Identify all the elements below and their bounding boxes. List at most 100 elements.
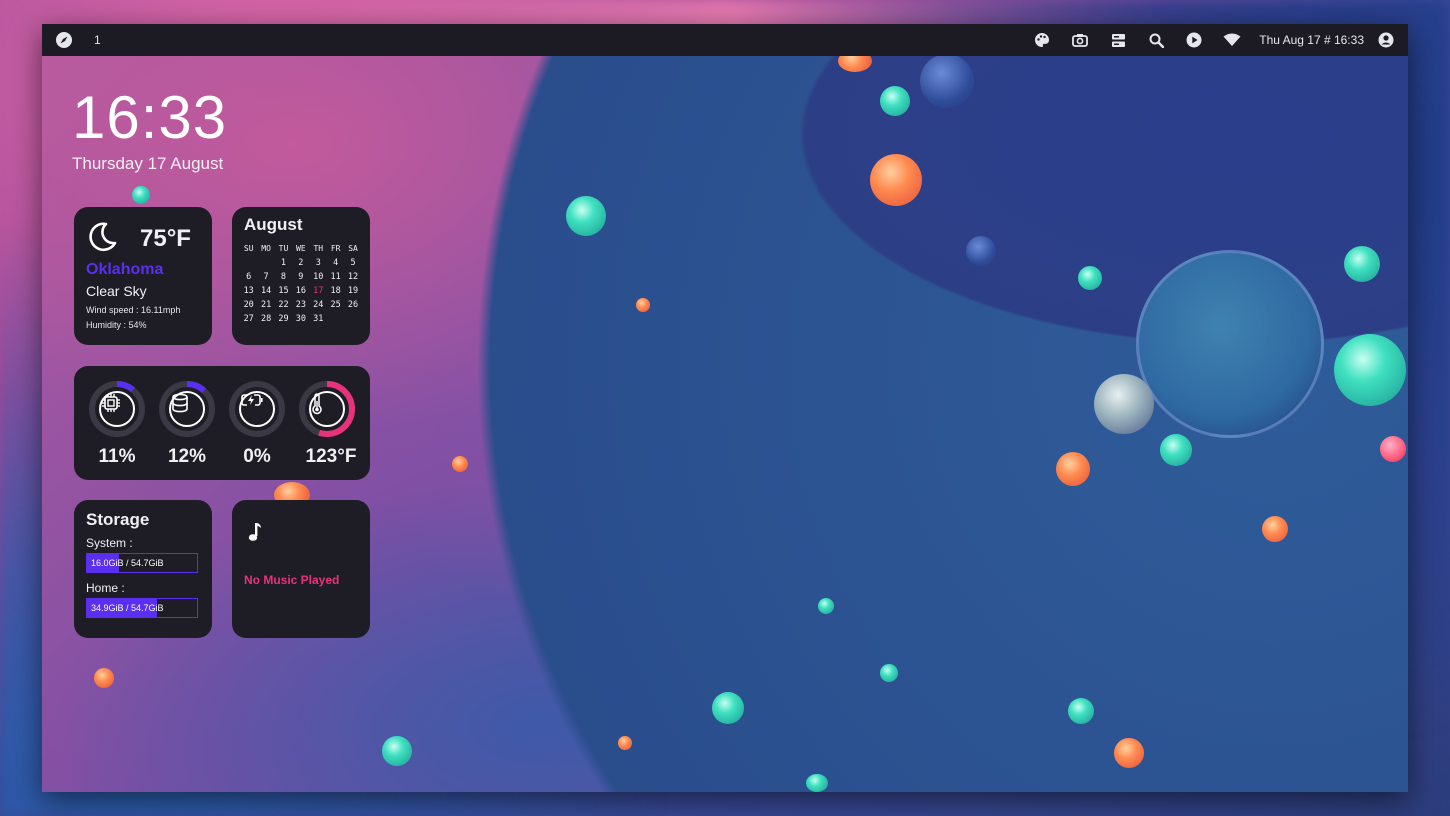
calendar-grid: SU MO TU WE TH FR SA 1 2 3 4 5 6 7 8 9 10 11 12 13 14 15 16 17 1…: [240, 243, 362, 325]
weather-widget: 75°F Oklahoma Clear Sky Wind speed : 16.…: [74, 207, 212, 345]
calendar-day[interactable]: 6: [240, 271, 257, 283]
moon-icon: [86, 221, 118, 257]
calendar-day[interactable]: 25: [327, 299, 344, 311]
calendar-month: August: [244, 215, 303, 234]
wallpaper-bubble: [1078, 266, 1102, 290]
wallpaper-bubble: [132, 186, 150, 204]
calendar-day[interactable]: 7: [257, 271, 274, 283]
calendar-day[interactable]: 28: [257, 313, 274, 325]
calendar-day[interactable]: 23: [292, 299, 309, 311]
wallpaper-bubble: [618, 736, 632, 750]
desktop-screen: 1 Thu Aug 17 # 16:33 16:33 Thursday 17 A…: [42, 24, 1408, 792]
user-icon[interactable]: [1376, 32, 1396, 48]
storage-home-bar: 34.9GiB / 54.7GiB: [86, 598, 198, 618]
wallpaper-bubble: [94, 668, 114, 688]
calendar-weekday: SA: [348, 244, 358, 253]
calendar-day[interactable]: 18: [327, 285, 344, 297]
calendar-day[interactable]: 1: [275, 257, 292, 269]
palette-icon[interactable]: [1023, 32, 1061, 48]
calendar-day[interactable]: 13: [240, 285, 257, 297]
calendar-day[interactable]: 4: [327, 257, 344, 269]
storage-home-value: 34.9GiB / 54.7GiB: [91, 603, 164, 613]
calendar-day[interactable]: 19: [344, 285, 361, 297]
thermometer-icon: [309, 391, 345, 427]
storage-home-label: Home :: [86, 581, 125, 595]
weather-city: Oklahoma: [86, 261, 164, 278]
battery-charging-icon: [239, 391, 275, 427]
wallpaper-bubble: [880, 664, 898, 682]
calendar-today[interactable]: 17: [310, 285, 327, 297]
wallpaper-bubble: [452, 456, 468, 472]
calendar-day[interactable]: 30: [292, 313, 309, 325]
calendar-day[interactable]: 24: [310, 299, 327, 311]
weather-temperature: 75°F: [140, 225, 191, 252]
calendar-weekday: FR: [330, 244, 341, 253]
calendar-day[interactable]: 21: [257, 299, 274, 311]
calendar-day[interactable]: 3: [310, 257, 327, 269]
wallpaper-bubble: [382, 736, 412, 766]
workspace-indicator[interactable]: 1: [94, 33, 101, 47]
calendar-day[interactable]: 20: [240, 299, 257, 311]
calendar-blank: [240, 257, 257, 269]
wallpaper-bubble: [1344, 246, 1380, 282]
calendar-day[interactable]: 26: [344, 299, 361, 311]
wallpaper-bubble: [1380, 436, 1406, 462]
system-meters-widget: 11% 12% 0% 123°F: [74, 366, 370, 480]
wifi-icon[interactable]: [1213, 33, 1251, 47]
music-status: No Music Played: [244, 573, 340, 587]
wallpaper-bubble: [880, 86, 910, 116]
calendar-day[interactable]: 5: [344, 257, 361, 269]
ram-value: 12%: [167, 446, 207, 467]
music-widget: No Music Played: [232, 500, 370, 638]
calendar-day[interactable]: 10: [310, 271, 327, 283]
weather-wind: Wind speed : 16.11mph: [86, 305, 181, 315]
wallpaper-bubble: [1136, 250, 1324, 438]
calendar-blank: [257, 257, 274, 269]
calendar-day[interactable]: 31: [310, 313, 327, 325]
calendar-day[interactable]: 14: [257, 285, 274, 297]
layout-icon[interactable]: [1099, 33, 1137, 48]
top-panel: 1 Thu Aug 17 # 16:33: [42, 24, 1408, 56]
calendar-day[interactable]: 12: [344, 271, 361, 283]
wallpaper-bubble: [966, 236, 996, 266]
temperature-value: 123°F: [305, 446, 357, 467]
database-icon: [169, 391, 205, 427]
storage-system-value: 16.0GiB / 54.7GiB: [91, 558, 164, 568]
storage-system-bar: 16.0GiB / 54.7GiB: [86, 553, 198, 573]
calendar-day[interactable]: 29: [275, 313, 292, 325]
cpu-value: 11%: [98, 446, 136, 467]
storage-widget: Storage System : 16.0GiB / 54.7GiB Home …: [74, 500, 212, 638]
wallpaper-bubble: [806, 774, 828, 792]
wallpaper-bubble: [1262, 516, 1288, 542]
battery-meter: [228, 380, 286, 438]
music-note-icon[interactable]: [248, 522, 262, 546]
calendar-day[interactable]: 22: [275, 299, 292, 311]
wallpaper-bubble: [818, 598, 834, 614]
compass-icon[interactable]: [54, 31, 74, 49]
calendar-day[interactable]: 11: [327, 271, 344, 283]
wallpaper-bubble: [870, 154, 922, 206]
weather-humidity: Humidity : 54%: [86, 320, 147, 330]
desktop-clock-time: 16:33: [72, 84, 228, 151]
search-icon[interactable]: [1137, 33, 1175, 48]
calendar-day[interactable]: 16: [292, 285, 309, 297]
calendar-weekday: MO: [261, 244, 271, 253]
wallpaper-bubble: [566, 196, 606, 236]
calendar-day[interactable]: 2: [292, 257, 309, 269]
desktop-clock-date: Thursday 17 August: [72, 154, 224, 173]
calendar-day[interactable]: 9: [292, 271, 309, 283]
play-icon[interactable]: [1175, 32, 1213, 48]
wallpaper-bubble: [712, 692, 744, 724]
storage-system-label: System :: [86, 536, 133, 550]
calendar-day[interactable]: 8: [275, 271, 292, 283]
storage-title: Storage: [86, 510, 150, 529]
wallpaper-bubble: [1114, 738, 1144, 768]
camera-icon[interactable]: [1061, 33, 1099, 47]
wallpaper-bubble: [636, 298, 650, 312]
calendar-day[interactable]: 27: [240, 313, 257, 325]
panel-clock[interactable]: Thu Aug 17 # 16:33: [1259, 33, 1364, 47]
ram-meter: [158, 380, 216, 438]
calendar-weekday: TU: [278, 244, 289, 253]
calendar-day[interactable]: 15: [275, 285, 292, 297]
calendar-weekday: SU: [243, 244, 254, 253]
